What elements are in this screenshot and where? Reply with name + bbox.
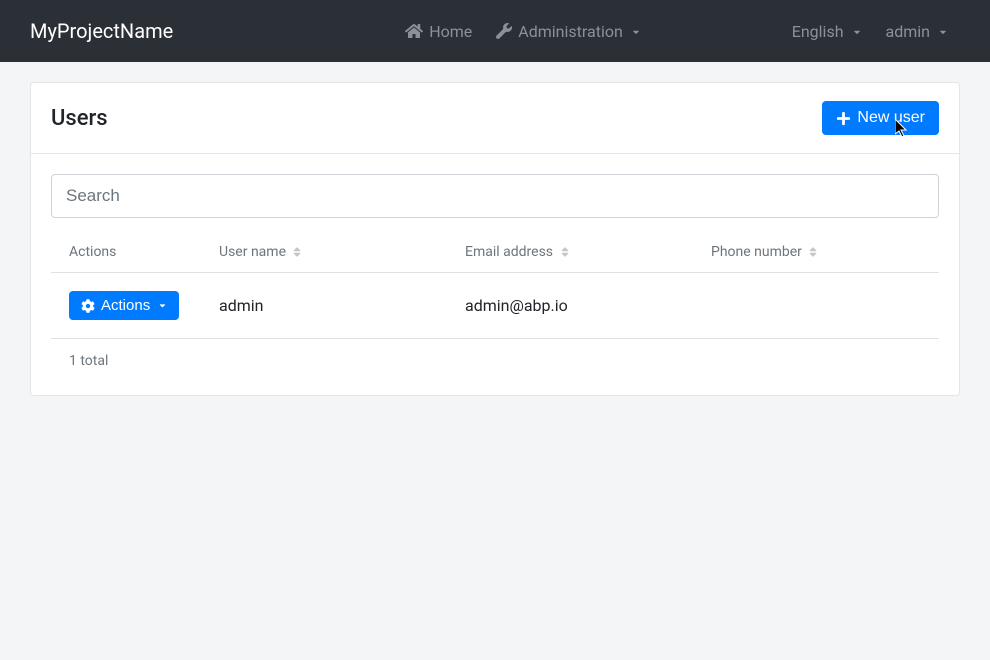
col-header-actions: Actions xyxy=(51,232,201,273)
caret-down-icon xyxy=(631,22,641,41)
navbar-nav-right: English admin xyxy=(780,14,960,49)
users-table: Actions User name Email address xyxy=(51,232,939,339)
cell-phone xyxy=(693,273,939,339)
col-header-username-label: User name xyxy=(219,244,286,260)
cell-actions: Actions xyxy=(51,273,201,339)
nav-administration-label: Administration xyxy=(518,22,623,41)
caret-down-icon xyxy=(852,22,862,41)
table-row: Actions admin admin@abp.io xyxy=(51,273,939,339)
col-header-email-label: Email address xyxy=(465,244,553,260)
navbar: MyProjectName Home Administration En xyxy=(0,0,990,62)
card-header: Users New user xyxy=(31,83,959,154)
users-card: Users New user Actions User name xyxy=(30,82,960,396)
page-title: Users xyxy=(51,106,108,131)
row-actions-label: Actions xyxy=(101,297,150,314)
cell-email: admin@abp.io xyxy=(447,273,693,339)
row-actions-button[interactable]: Actions xyxy=(69,291,179,320)
table-header-row: Actions User name Email address xyxy=(51,232,939,273)
col-header-actions-label: Actions xyxy=(69,244,116,260)
nav-user-label: admin xyxy=(886,22,930,41)
caret-down-icon xyxy=(938,22,948,41)
new-user-button-label: New user xyxy=(857,109,925,127)
nav-home-label: Home xyxy=(429,22,472,41)
home-icon xyxy=(405,22,423,40)
nav-home[interactable]: Home xyxy=(393,14,484,49)
navbar-nav-center: Home Administration xyxy=(393,14,653,49)
nav-user[interactable]: admin xyxy=(874,14,960,49)
new-user-button[interactable]: New user xyxy=(822,101,939,135)
main-container: Users New user Actions User name xyxy=(0,62,990,416)
navbar-brand[interactable]: MyProjectName xyxy=(30,19,173,43)
col-header-phone-label: Phone number xyxy=(711,244,802,260)
nav-language[interactable]: English xyxy=(780,14,874,49)
caret-down-icon xyxy=(158,297,167,314)
sort-icon xyxy=(293,246,301,258)
col-header-email[interactable]: Email address xyxy=(447,232,693,273)
card-body: Actions User name Email address xyxy=(31,154,959,395)
nav-administration[interactable]: Administration xyxy=(484,14,653,49)
sort-icon xyxy=(809,246,817,258)
table-footer: 1 total xyxy=(51,339,939,375)
wrench-icon xyxy=(496,23,512,39)
sort-icon xyxy=(561,246,569,258)
col-header-username[interactable]: User name xyxy=(201,232,447,273)
cell-username: admin xyxy=(201,273,447,339)
nav-language-label: English xyxy=(792,22,844,41)
col-header-phone[interactable]: Phone number xyxy=(693,232,939,273)
navbar-nav: Home Administration English admin xyxy=(213,14,960,49)
search-input[interactable] xyxy=(51,174,939,218)
gear-icon xyxy=(81,299,95,313)
plus-icon xyxy=(836,111,851,126)
